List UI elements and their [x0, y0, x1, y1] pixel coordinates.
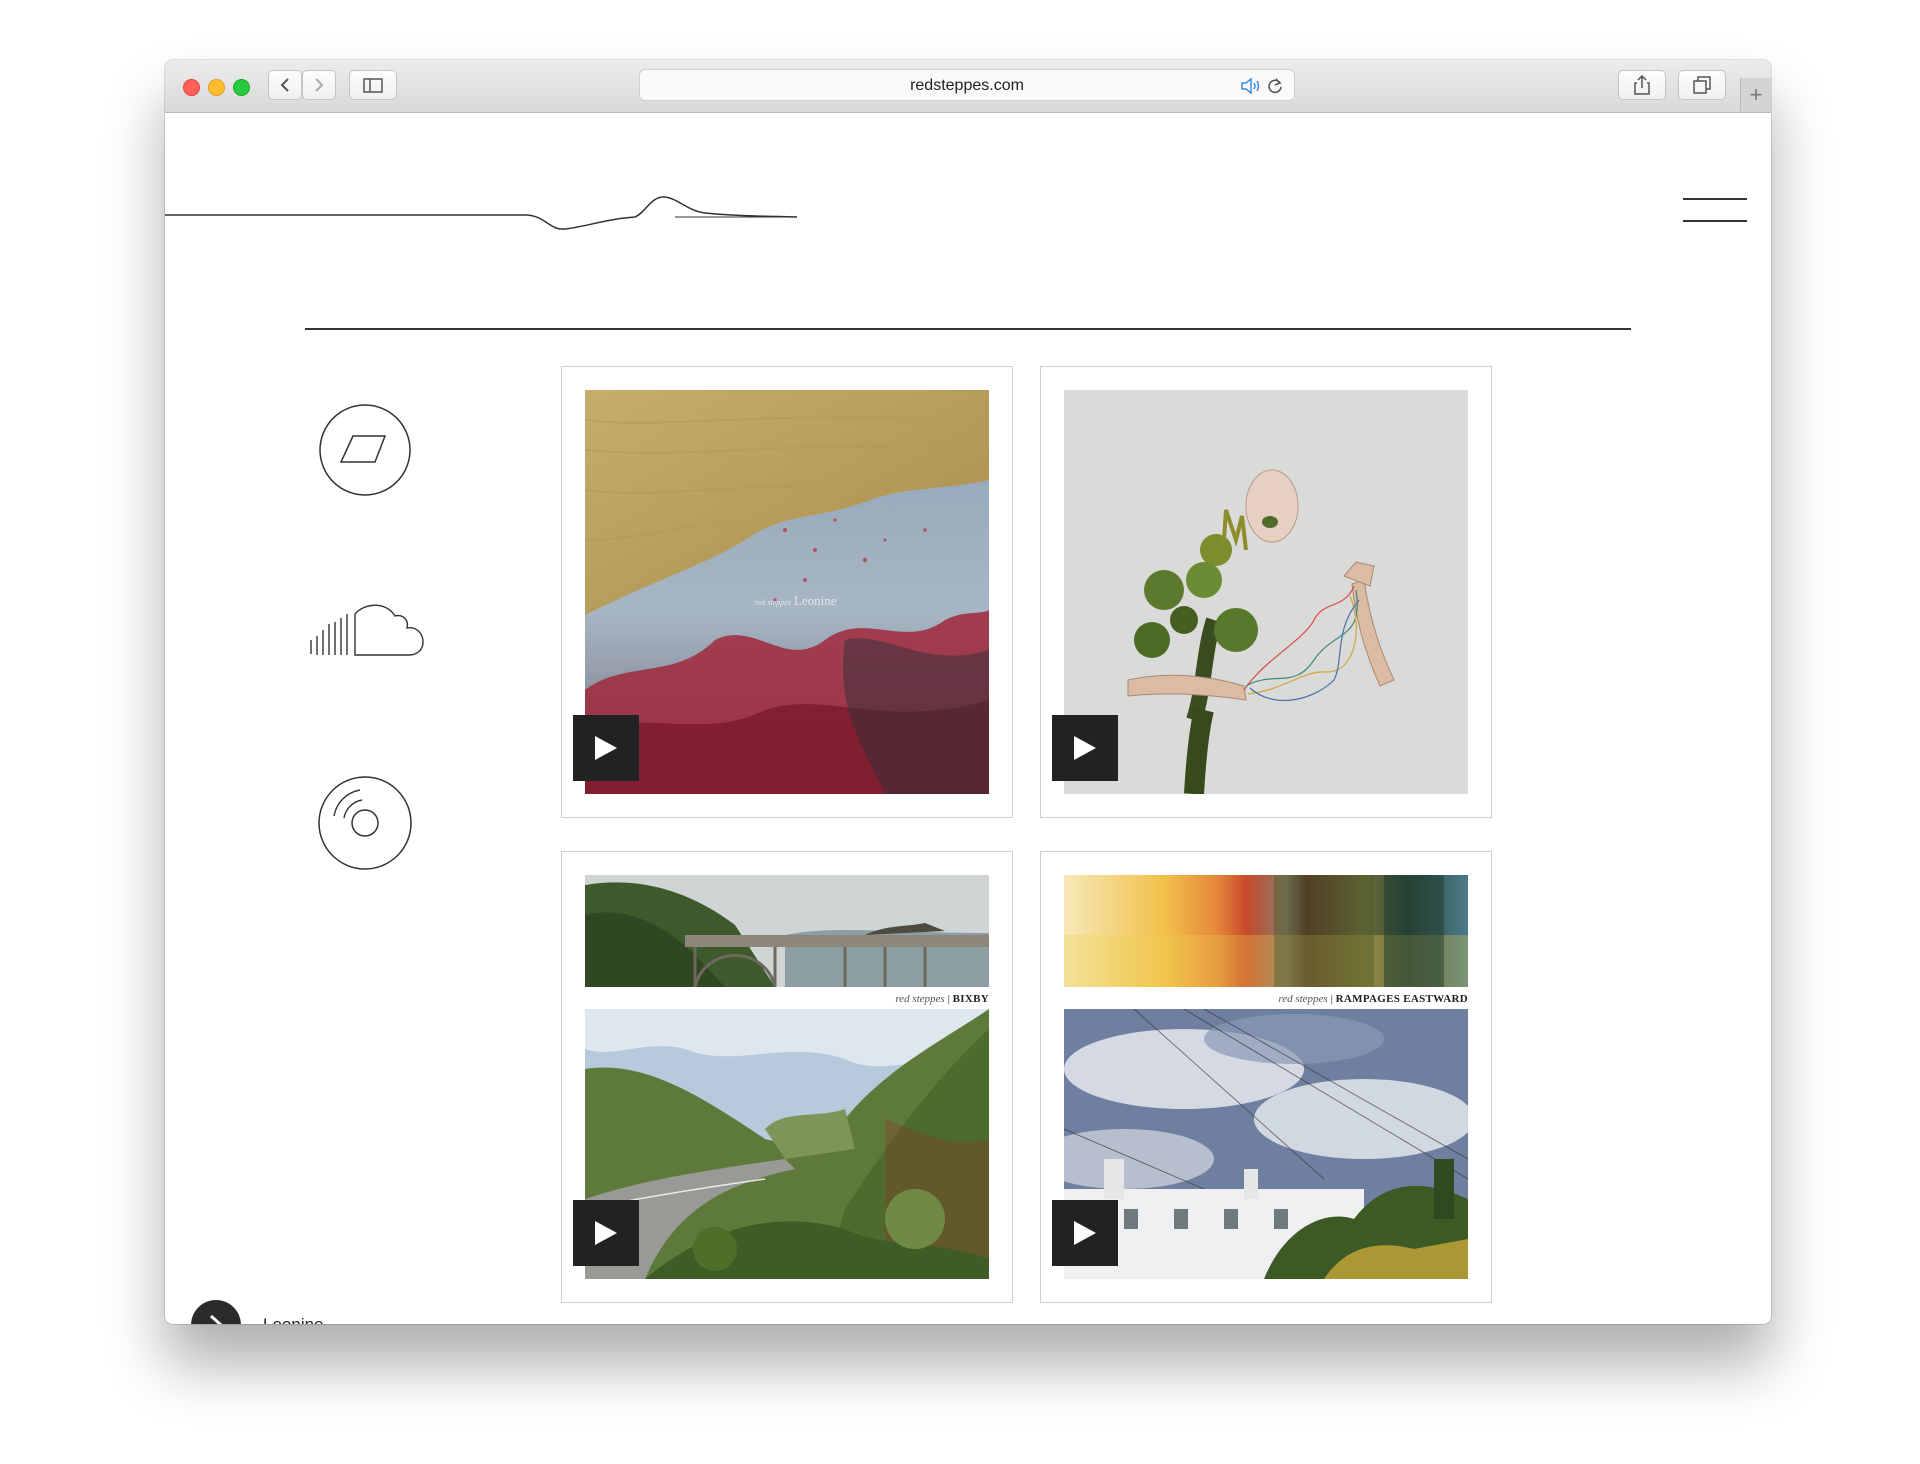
play-button[interactable]	[1052, 1200, 1118, 1266]
menu-line	[1683, 198, 1747, 200]
cover-art-house-sky	[1064, 1009, 1468, 1279]
album-card-bixby[interactable]: red steppes | BIXBY	[561, 851, 1013, 1303]
share-icon	[1634, 75, 1650, 95]
browser-window: redsteppes.com + red steppes Leonine red…	[165, 60, 1771, 1324]
now-playing-title: Leonine	[263, 1315, 324, 1324]
album-cover: red steppes | RAMPAGES EASTWARD	[1064, 875, 1468, 1279]
album-card-rampages-eastward[interactable]: red steppes | RAMPAGES EASTWARD	[1040, 851, 1492, 1303]
tabs-overview-button[interactable]	[1678, 70, 1726, 100]
back-button[interactable]	[268, 70, 302, 100]
cover-caption: red steppes | BIXBY	[895, 993, 989, 1005]
browser-toolbar: redsteppes.com +	[165, 60, 1771, 113]
zoom-window-button[interactable]	[233, 79, 250, 96]
url-text: redsteppes.com	[910, 77, 1024, 94]
album-card-sculpture[interactable]	[1040, 366, 1492, 818]
minimize-window-button[interactable]	[208, 79, 225, 96]
play-icon	[595, 736, 617, 760]
play-button[interactable]	[573, 715, 639, 781]
play-icon	[1074, 1221, 1096, 1245]
reload-icon[interactable]	[1266, 77, 1284, 95]
forward-button[interactable]	[302, 70, 336, 100]
hamburger-menu-button[interactable]	[1683, 196, 1747, 224]
now-playing-bar: Leonine	[191, 1300, 324, 1324]
play-button[interactable]	[1052, 715, 1118, 781]
share-button[interactable]	[1618, 70, 1666, 100]
address-bar[interactable]: redsteppes.com	[639, 69, 1295, 101]
header-divider	[305, 328, 1631, 330]
new-tab-button[interactable]: +	[1740, 78, 1771, 112]
album-card-leonine[interactable]: red steppes Leonine	[561, 366, 1013, 818]
plus-icon: +	[1749, 82, 1763, 107]
menu-line	[1683, 220, 1747, 222]
tabs-icon	[1693, 76, 1711, 94]
cover-art-desert-lake	[585, 390, 989, 794]
bandcamp-icon[interactable]	[317, 402, 413, 498]
album-cover: red steppes | BIXBY	[585, 875, 989, 1279]
cover-art-canyon-road	[585, 1009, 989, 1279]
player-play-button[interactable]	[191, 1300, 241, 1324]
sidebar-icon	[363, 77, 383, 93]
vinyl-record-icon[interactable]	[316, 774, 414, 872]
cover-caption: red steppes | RAMPAGES EASTWARD	[1278, 993, 1468, 1005]
play-icon	[595, 1221, 617, 1245]
album-cover	[1064, 390, 1468, 794]
chevron-right-icon	[315, 78, 324, 92]
sidebar-toggle-button[interactable]	[349, 70, 397, 100]
play-icon	[1074, 736, 1096, 760]
cover-title: red steppes Leonine	[755, 593, 837, 608]
page-content: red steppes Leonine red steppes | BIXBY …	[165, 113, 1771, 1324]
album-cover: red steppes Leonine	[585, 390, 989, 794]
soundcloud-icon[interactable]	[307, 600, 425, 660]
chevron-left-icon	[280, 78, 289, 92]
play-circle-icon	[209, 1314, 223, 1324]
speaker-icon[interactable]	[1240, 78, 1262, 94]
cover-art-bridge	[585, 875, 989, 987]
cover-art-light-leaks	[1064, 875, 1468, 987]
play-button[interactable]	[573, 1200, 639, 1266]
cover-art-sculpture	[1064, 390, 1468, 794]
close-window-button[interactable]	[183, 79, 200, 96]
line-wave-logo[interactable]	[165, 183, 815, 243]
